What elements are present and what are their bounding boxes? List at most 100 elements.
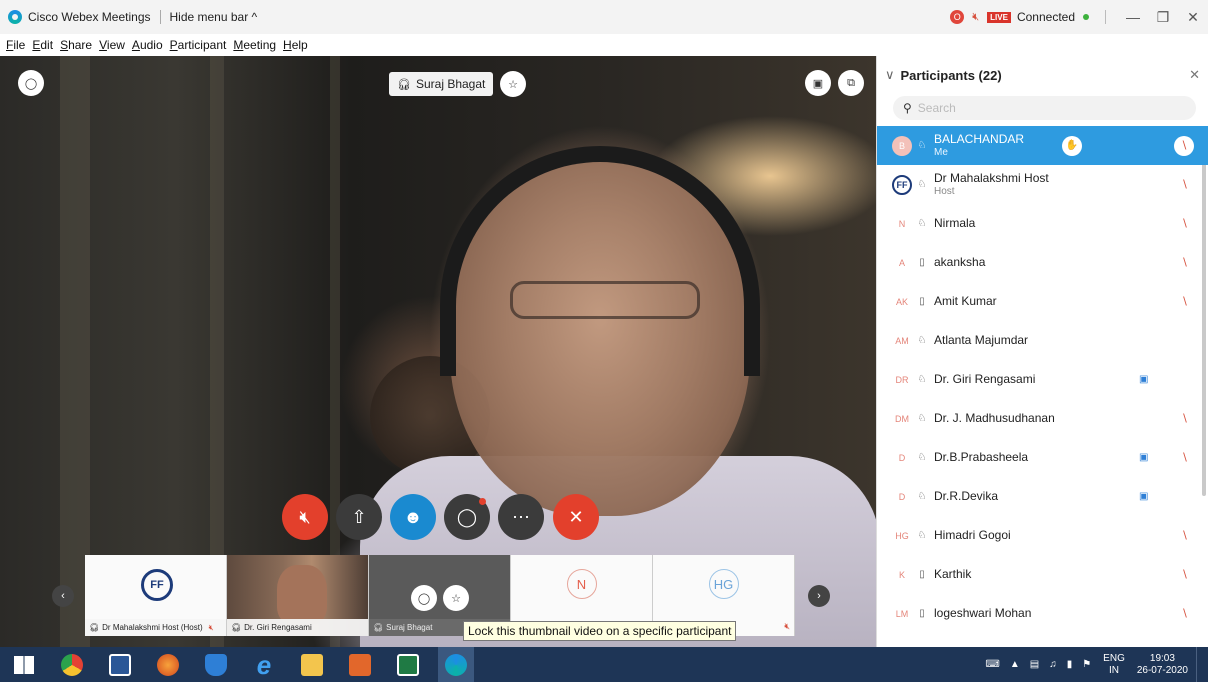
participant-row[interactable]: K ▯ Karthik ∖ <box>877 555 1208 594</box>
more-options-button[interactable]: ⋯ <box>498 494 544 540</box>
menu-help[interactable]: Help <box>283 38 308 52</box>
taskbar-media[interactable] <box>342 647 378 682</box>
participant-row[interactable]: DR ♘ Dr. Giri Rengasami ▣ <box>877 360 1208 399</box>
muted-mic-icon[interactable]: ∖ <box>1181 295 1188 308</box>
menu-participant[interactable]: Participant <box>170 38 227 52</box>
muted-mic-icon[interactable]: ∖ <box>1181 529 1188 542</box>
participant-row[interactable]: N ♘ Nirmala ∖ <box>877 204 1208 243</box>
chat-icon[interactable]: ◯ <box>411 585 437 611</box>
mute-button[interactable]: 🔇︎ <box>282 494 328 540</box>
participant-name: Karthik <box>934 568 971 581</box>
muted-mic-icon[interactable]: ∖ <box>1181 256 1188 269</box>
recording-indicator-icon[interactable]: O <box>950 10 965 24</box>
taskbar-defender[interactable] <box>198 647 234 682</box>
participant-row[interactable]: HG ♘ Himadri Gogoi ∖ <box>877 516 1208 555</box>
taskbar-explorer[interactable] <box>294 647 330 682</box>
headset-icon: ♘ <box>917 218 927 229</box>
end-call-button[interactable]: ✕ <box>553 494 599 540</box>
participant-row[interactable]: D ♘ Dr.B.Prabasheela ▣ ∖ <box>877 438 1208 477</box>
participant-row[interactable]: DM ♘ Dr. J. Madhusudhanan ∖ <box>877 399 1208 438</box>
minimize-button[interactable]: — <box>1118 9 1148 25</box>
menu-share[interactable]: Share <box>60 38 92 52</box>
panel-header: ∨ Participants (22) ✕ <box>877 56 1208 94</box>
taskbar-firefox[interactable] <box>150 647 186 682</box>
muted-mic-icon[interactable]: ∖ <box>1181 178 1188 191</box>
participant-role: Host <box>934 185 955 197</box>
avatar: DR <box>895 374 909 385</box>
chevron-up-icon[interactable]: ▲ <box>1010 659 1020 670</box>
menu-meeting[interactable]: Meeting <box>233 38 276 52</box>
network-icon[interactable]: ▤ <box>1030 659 1039 670</box>
avatar: HG <box>708 569 739 599</box>
taskbar-word[interactable] <box>102 647 138 682</box>
thumbnails-next-arrow-icon[interactable]: › <box>808 585 830 607</box>
headset-icon: 🎧︎ <box>89 623 100 632</box>
participant-name: Amit Kumar <box>934 295 997 308</box>
participant-row[interactable]: AM ♘ Atlanta Majumdar <box>877 321 1208 360</box>
phone-icon: ▯ <box>919 296 925 307</box>
start-button[interactable] <box>6 647 42 682</box>
participant-row[interactable]: D ♘ Dr.R.Devika ▣ <box>877 477 1208 516</box>
thumbnails-prev-arrow-icon[interactable]: ‹ <box>52 585 74 607</box>
headset-icon: ♘ <box>917 140 927 151</box>
taskbar-chrome[interactable] <box>54 647 90 682</box>
muted-mic-icon[interactable]: ∖ <box>1181 217 1188 230</box>
share-button[interactable]: ⇧ <box>336 494 382 540</box>
taskbar-ie[interactable]: e <box>246 647 282 682</box>
muted-mic-icon[interactable]: ∖ <box>1181 412 1188 425</box>
participants-button[interactable]: ☻ <box>390 494 436 540</box>
muted-mic-icon[interactable]: ∖ <box>1181 607 1188 620</box>
avatar: HG <box>895 530 909 541</box>
search-placeholder: Search <box>917 101 956 115</box>
chat-button[interactable]: ◯ <box>444 494 490 540</box>
close-icon[interactable]: ✕ <box>1189 67 1200 83</box>
keyboard-icon[interactable]: ⌨ <box>985 659 999 670</box>
taskbar-webex[interactable] <box>438 647 474 682</box>
thumbnail-item[interactable]: 🎧︎ Dr. Giri Rengasami <box>227 555 369 636</box>
info-icon[interactable]: ◯ <box>18 70 44 96</box>
participant-name-text: Himadri Gogoi <box>934 528 1011 542</box>
hide-menu-bar-button[interactable]: Hide menu bar ^ <box>170 10 258 24</box>
participant-row[interactable]: A ▯ akanksha ∖ <box>877 243 1208 282</box>
chevron-down-icon[interactable]: ∨ <box>885 67 895 83</box>
taskbar-excel[interactable] <box>390 647 426 682</box>
volume-icon[interactable]: ♫ <box>1049 659 1057 670</box>
menu-audio[interactable]: Audio <box>132 38 163 52</box>
live-badge: LIVE <box>987 11 1011 23</box>
speaker-headset <box>440 146 760 376</box>
layout-icon[interactable]: ▣ <box>805 70 831 96</box>
language-indicator[interactable]: ENG IN <box>1103 653 1125 677</box>
lock-video-icon[interactable]: ☆ <box>443 585 469 611</box>
raise-hand-icon[interactable]: ✋ <box>1062 135 1082 156</box>
menu-view[interactable]: View <box>99 38 125 52</box>
participant-video-photo <box>277 565 327 625</box>
divider <box>1105 10 1106 24</box>
restore-button[interactable]: ❐ <box>1148 9 1178 26</box>
show-desktop-button[interactable] <box>1196 647 1202 682</box>
muted-mic-icon[interactable]: ∖ <box>1181 451 1188 464</box>
language-label: ENG <box>1103 652 1125 664</box>
lock-video-icon[interactable]: ☆ <box>500 71 526 97</box>
clock[interactable]: 19:03 26-07-2020 <box>1137 653 1188 677</box>
participant-name-text: Amit Kumar <box>934 294 997 308</box>
participant-row[interactable]: FF ♘ Dr Mahalakshmi Host Host ∖ <box>877 165 1208 204</box>
muted-mic-icon[interactable]: 🔇︎ <box>972 11 979 24</box>
webex-icon <box>445 653 467 676</box>
video-camera-icon: ▣ <box>1139 452 1149 463</box>
participant-row[interactable]: LM ▯ logeshwari Mohan ∖ <box>877 594 1208 633</box>
close-window-button[interactable]: ✕ <box>1178 9 1208 26</box>
muted-mic-icon[interactable]: ∖ <box>1174 135 1194 156</box>
battery-icon[interactable]: ▮ <box>1067 659 1073 670</box>
muted-mic-icon[interactable]: ∖ <box>1181 568 1188 581</box>
muted-mic-icon: 🔇︎ <box>784 621 790 631</box>
menu-edit[interactable]: Edit <box>32 38 53 52</box>
menu-file[interactable]: File <box>6 38 25 52</box>
popout-icon[interactable]: ⧉ <box>838 70 864 96</box>
search-input[interactable]: ⚲ Search <box>893 96 1196 120</box>
participant-row[interactable]: AK ▯ Amit Kumar ∖ <box>877 282 1208 321</box>
thumbnail-item[interactable]: FF 🎧︎ Dr Mahalakshmi Host (Host) 🔇︎ <box>85 555 227 636</box>
participant-row[interactable]: B ♘ BALACHANDAR Me ✋ ∖ <box>877 126 1208 165</box>
headset-icon: ♘ <box>917 335 927 346</box>
flag-icon[interactable]: ⚑ <box>1082 659 1091 670</box>
video-camera-icon: ▣ <box>1139 491 1149 502</box>
